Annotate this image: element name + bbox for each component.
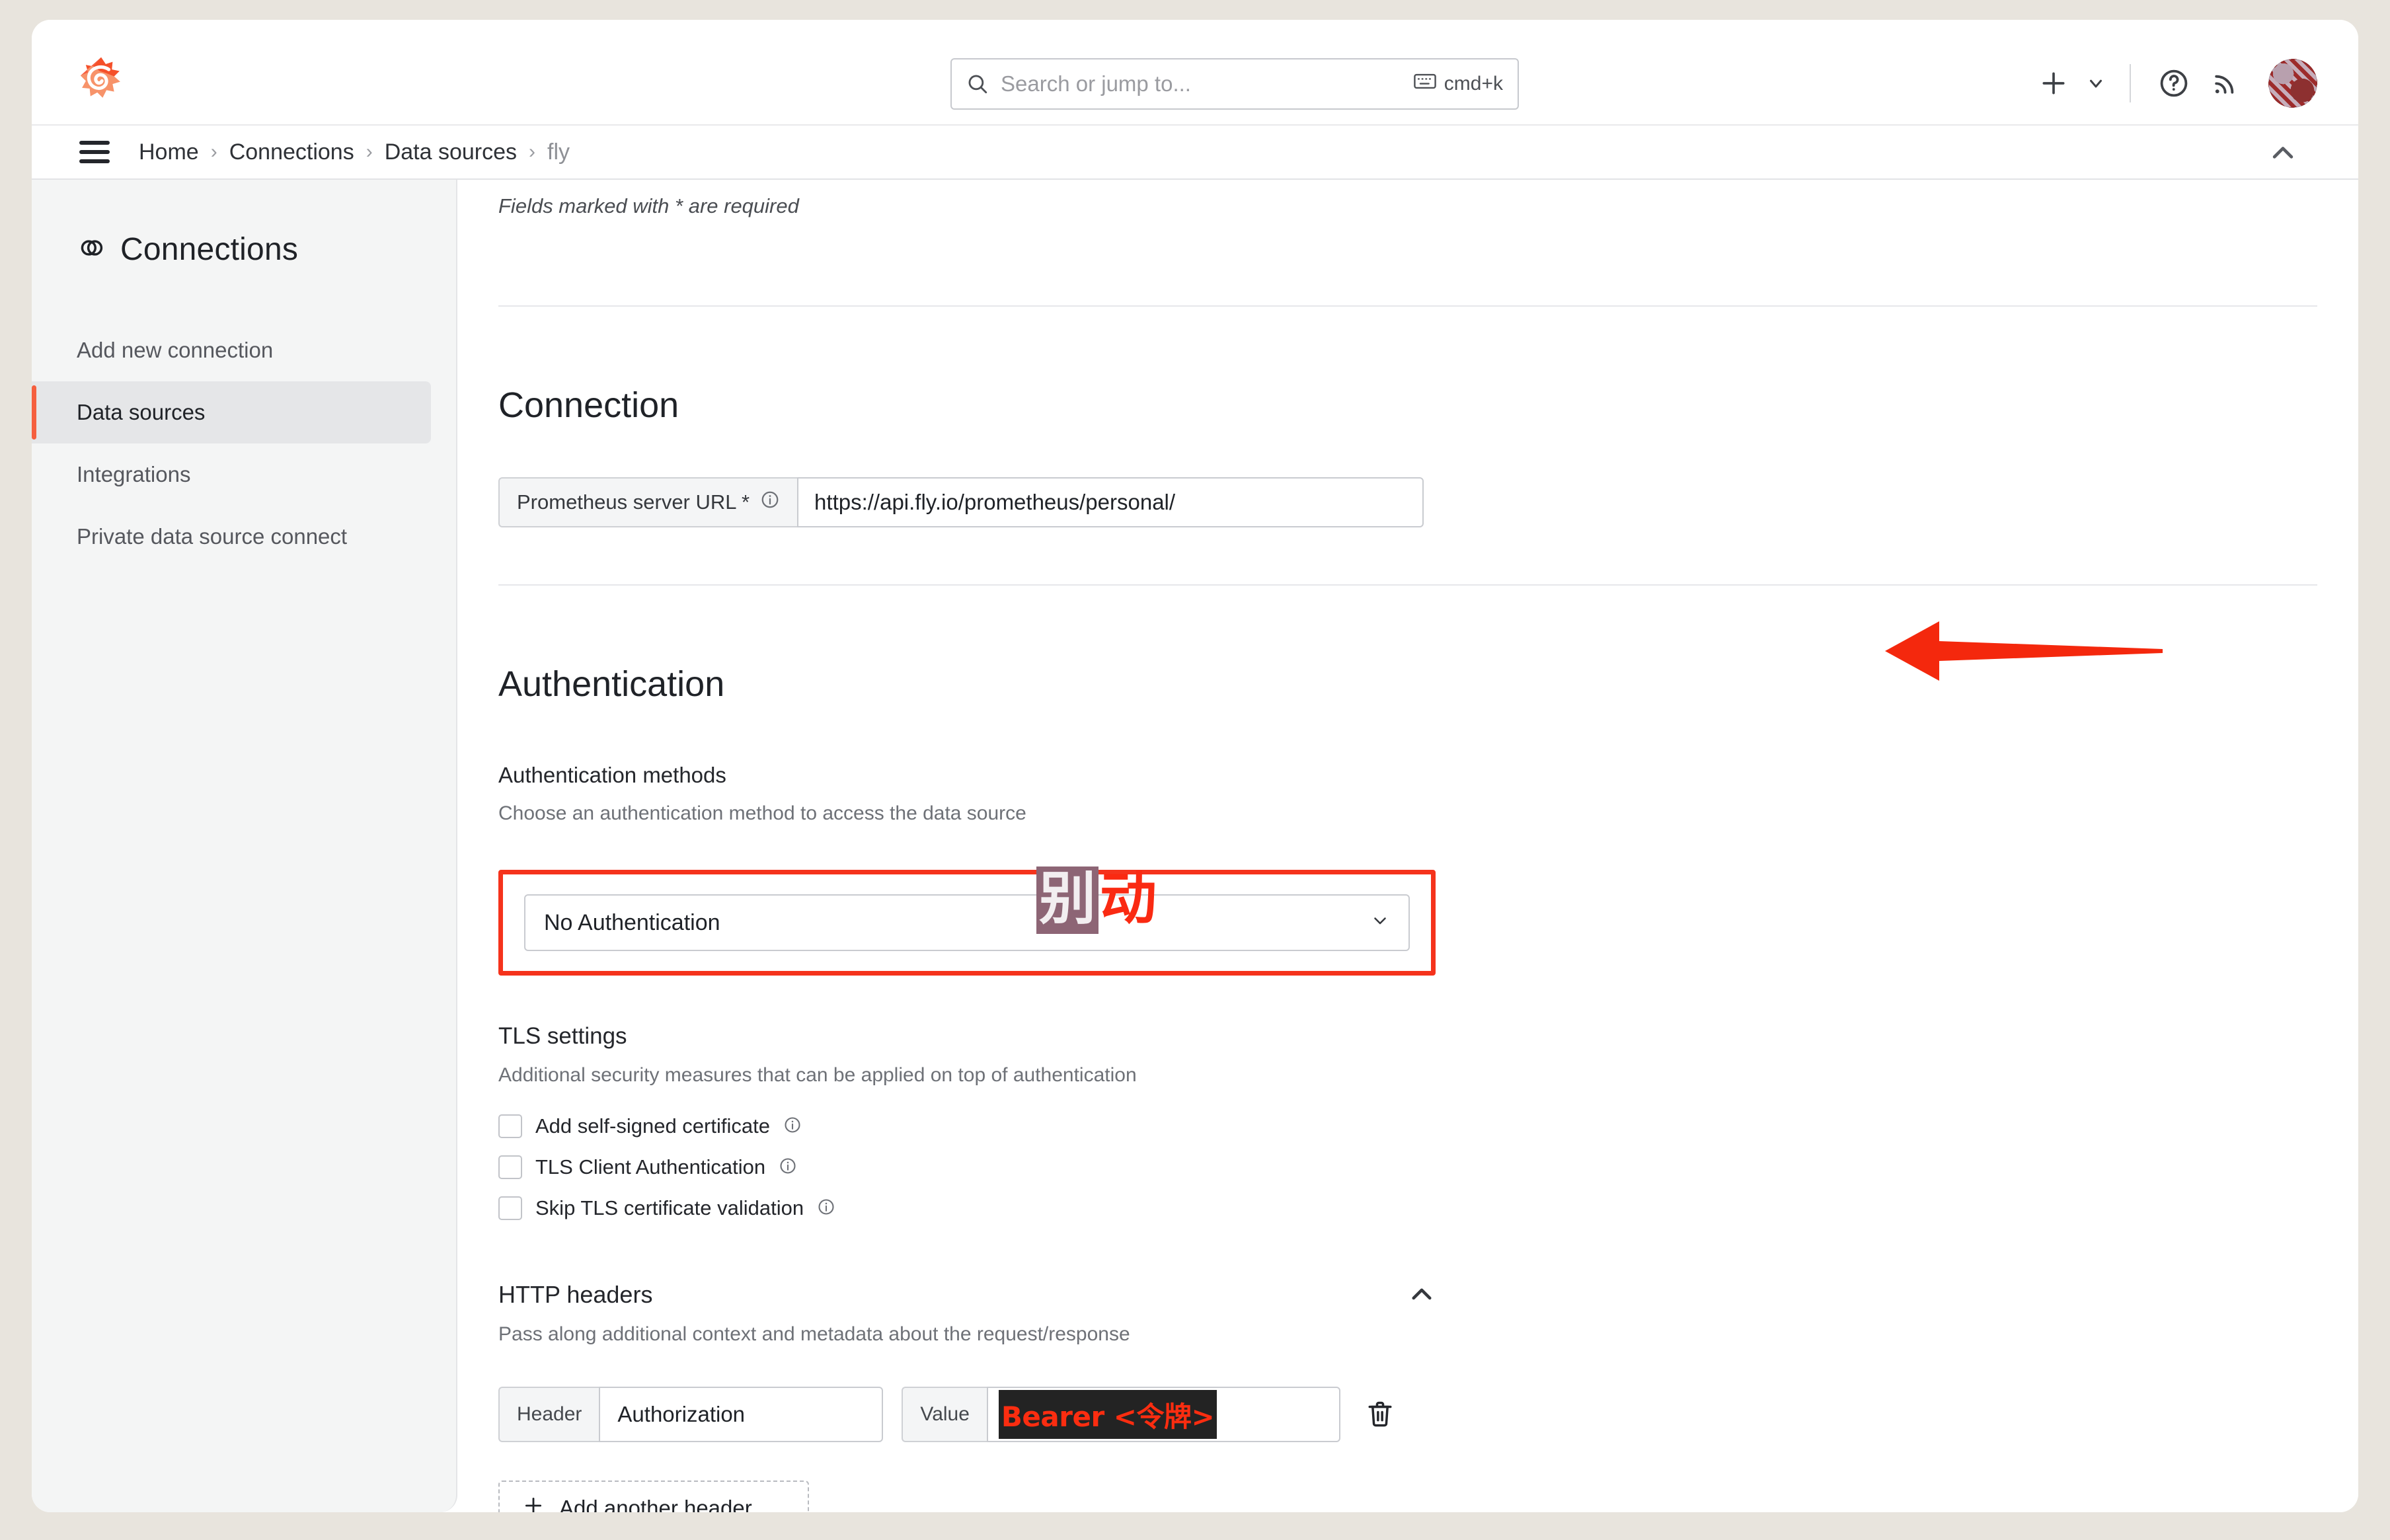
chevron-down-icon <box>1370 910 1390 936</box>
connection-section-title: Connection <box>498 385 679 425</box>
keyboard-icon <box>1414 73 1436 95</box>
sidebar-item-integrations[interactable]: Integrations <box>32 443 456 506</box>
http-header-name-input[interactable]: Authorization <box>599 1387 884 1442</box>
add-another-header-label: Add another header <box>559 1496 752 1512</box>
search-input[interactable]: Search or jump to... cmd+k <box>950 58 1519 110</box>
sidebar-item-label: Add new connection <box>77 338 274 362</box>
http-header-value-label: Value <box>902 1387 987 1442</box>
sidebar-item-private-data-source-connect[interactable]: Private data source connect <box>32 506 456 568</box>
authentication-method-value: No Authentication <box>544 909 720 935</box>
connections-rings-icon <box>77 233 106 266</box>
tls-checkbox-add-self-signed-certificate[interactable]: Add self-signed certificate <box>498 1114 2317 1138</box>
topbar-actions <box>2028 50 2317 116</box>
checkbox-label: TLS Client Authentication <box>535 1155 766 1178</box>
checkbox[interactable] <box>498 1196 522 1220</box>
breadcrumb-item-home[interactable]: Home <box>139 139 199 165</box>
avatar[interactable] <box>2268 59 2317 108</box>
tls-checkbox-tls-client-authentication[interactable]: TLS Client Authentication <box>498 1155 2317 1179</box>
tls-settings-title: TLS settings <box>498 1023 627 1049</box>
authentication-section-title: Authentication <box>498 664 725 704</box>
search-placeholder-text: Search or jump to... <box>1001 71 1191 96</box>
annotation-char-dong: 动 <box>1100 866 1157 932</box>
sidebar-item-label: Data sources <box>77 400 206 424</box>
breadcrumb: Home › Connections › Data sources › fly <box>32 126 2358 180</box>
http-header-value-redacted-text: Bearer <令牌> <box>998 1390 1217 1439</box>
chevron-up-icon[interactable] <box>1408 1284 1436 1306</box>
http-header-name-label: Header <box>498 1387 599 1442</box>
sidebar-item-label: Integrations <box>77 462 191 486</box>
toolbar-divider <box>2130 64 2131 102</box>
prometheus-url-value: https://api.fly.io/prometheus/personal/ <box>814 490 1176 514</box>
info-circle-icon[interactable] <box>817 1198 835 1219</box>
checkbox-label: Add self-signed certificate <box>535 1114 770 1137</box>
breadcrumb-item-connections[interactable]: Connections <box>229 139 354 165</box>
plus-icon <box>522 1494 545 1512</box>
add-another-header-button[interactable]: Add another header <box>498 1481 809 1512</box>
hamburger-menu-icon[interactable] <box>79 141 110 163</box>
breadcrumb-separator: › <box>366 141 373 163</box>
prometheus-url-label-text: Prometheus server URL * <box>517 490 750 514</box>
grafana-logo-icon[interactable] <box>77 54 126 103</box>
trash-icon[interactable] <box>1366 1397 1395 1432</box>
sidebar-title: Connections <box>32 231 456 268</box>
http-header-value-input[interactable]: Bearer <令牌> <box>986 1387 1340 1442</box>
search-icon <box>966 73 989 95</box>
authentication-methods-label: Authentication methods <box>498 763 726 787</box>
top-navigation-bar: Search or jump to... cmd+k <box>32 20 2358 126</box>
annotation-note-biedong: 别 动 <box>1036 866 1158 934</box>
plus-icon[interactable] <box>2028 58 2079 109</box>
checkbox[interactable] <box>498 1114 522 1138</box>
info-circle-icon[interactable] <box>760 490 780 515</box>
chevron-down-icon[interactable] <box>2079 58 2112 109</box>
help-circle-icon[interactable] <box>2148 58 2200 109</box>
main-panel: Fields marked with * are required Connec… <box>457 180 2358 1512</box>
http-header-row: Header Authorization Value Bearer <令牌> <box>498 1387 2317 1442</box>
rss-icon[interactable] <box>2200 58 2251 109</box>
sidebar-title-text: Connections <box>120 232 299 267</box>
info-circle-icon[interactable] <box>779 1157 797 1178</box>
sidebar: Connections Add new connection Data sour… <box>32 180 457 1512</box>
authentication-method-highlight-box: No Authentication <box>498 870 1436 976</box>
annotation-char-bie: 别 <box>1036 866 1099 934</box>
divider <box>498 584 2317 586</box>
checkbox[interactable] <box>498 1155 522 1179</box>
http-headers-title: HTTP headers <box>498 1281 653 1308</box>
prometheus-url-label: Prometheus server URL * <box>498 477 798 527</box>
breadcrumb-item-fly[interactable]: fly <box>547 139 570 165</box>
search-shortcut-hint: cmd+k <box>1414 73 1503 95</box>
info-circle-icon[interactable] <box>783 1116 802 1137</box>
divider <box>498 305 2317 307</box>
required-fields-note: Fields marked with * are required <box>498 194 799 217</box>
sidebar-item-add-new-connection[interactable]: Add new connection <box>32 319 456 381</box>
http-headers-description: Pass along additional context and metada… <box>498 1323 1130 1345</box>
sidebar-item-label: Private data source connect <box>77 524 348 549</box>
checkbox-label: Skip TLS certificate validation <box>535 1196 804 1219</box>
breadcrumb-separator: › <box>210 141 217 163</box>
authentication-methods-description: Choose an authentication method to acces… <box>498 802 1026 824</box>
tls-checkbox-skip-tls-certificate-validation[interactable]: Skip TLS certificate validation <box>498 1196 2317 1220</box>
app-window: Search or jump to... cmd+k Home › Connec… <box>32 20 2358 1512</box>
prometheus-url-input[interactable]: https://api.fly.io/prometheus/personal/ <box>797 477 1424 527</box>
chevron-up-icon[interactable] <box>2268 142 2297 162</box>
content-area: Connections Add new connection Data sour… <box>32 180 2358 1512</box>
search-shortcut-label: cmd+k <box>1444 73 1503 95</box>
authentication-method-select[interactable]: No Authentication <box>524 894 1410 951</box>
breadcrumb-item-data-sources[interactable]: Data sources <box>385 139 517 165</box>
prometheus-url-field-row: Prometheus server URL * https://api.fly.… <box>498 477 1424 527</box>
http-header-name-value: Authorization <box>617 1402 746 1426</box>
sidebar-item-data-sources[interactable]: Data sources <box>32 381 431 443</box>
breadcrumb-separator: › <box>529 141 536 163</box>
tls-settings-description: Additional security measures that can be… <box>498 1064 1137 1086</box>
http-headers-header[interactable]: HTTP headers <box>498 1281 1436 1309</box>
